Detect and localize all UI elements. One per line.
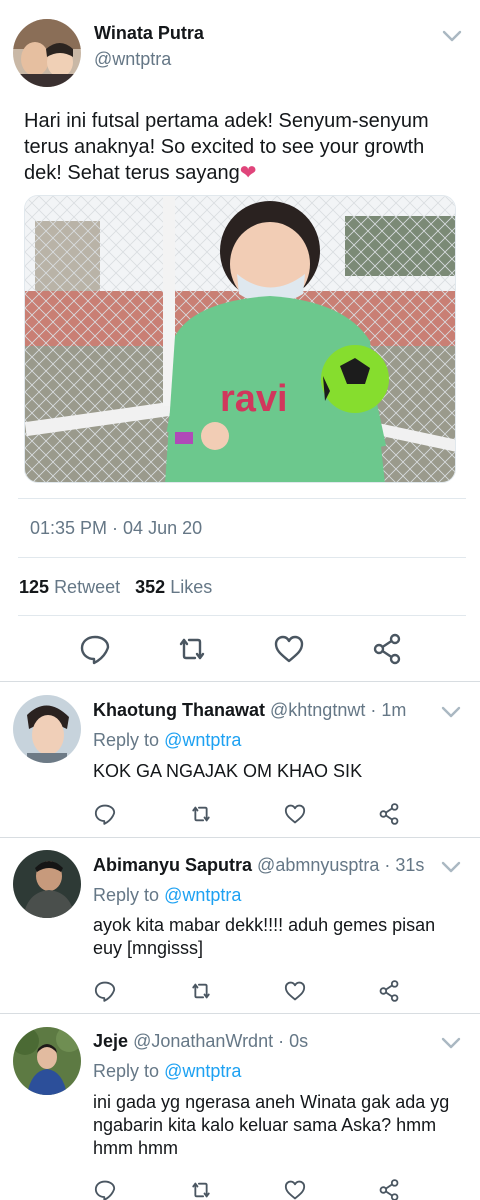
divider <box>0 837 480 838</box>
reply-author-name[interactable]: Khaotung Thanawat <box>93 700 265 720</box>
reply-author-handle[interactable]: @JonathanWrdnt <box>133 1031 273 1051</box>
reply-to-label: Reply to <box>93 885 160 905</box>
like-icon[interactable] <box>283 979 307 1003</box>
reply-icon[interactable] <box>93 802 117 826</box>
reply-to-label: Reply to <box>93 1061 160 1081</box>
chevron-down-icon[interactable] <box>440 1036 462 1050</box>
divider <box>18 615 466 616</box>
reply-to-line: Reply to @wntptra <box>93 885 241 906</box>
reply-time[interactable]: · 1m <box>370 700 406 720</box>
reply-author-name[interactable]: Abimanyu Saputra <box>93 855 252 875</box>
share-icon[interactable] <box>377 979 401 1003</box>
like-label[interactable]: Likes <box>170 577 212 597</box>
divider <box>18 498 466 499</box>
reply-author-handle[interactable]: @abmnyusptra <box>257 855 379 875</box>
like-icon[interactable] <box>283 1178 307 1200</box>
divider <box>0 1013 480 1014</box>
reply-icon[interactable] <box>93 1178 117 1200</box>
reply-text: KOK GA NGAJAK OM KHAO SIK <box>93 761 363 781</box>
reply-author-name[interactable]: Jeje <box>93 1031 128 1051</box>
divider <box>18 557 466 558</box>
reply-to-handle[interactable]: @wntptra <box>164 1061 241 1081</box>
chevron-down-icon[interactable] <box>440 860 462 874</box>
reply-icon[interactable] <box>93 979 117 1003</box>
tweet-timestamp[interactable]: 01:35 PM · 04 Jun 20 <box>30 518 202 539</box>
tweet-stats: 125 Retweet 352 Likes <box>19 577 212 598</box>
reply-time[interactable]: · 0s <box>278 1031 308 1051</box>
shirt-print: ravi <box>220 378 288 420</box>
like-icon[interactable] <box>283 802 307 826</box>
reply-to-line: Reply to @wntptra <box>93 730 241 751</box>
retweet-label[interactable]: Retweet <box>54 577 120 597</box>
reply-avatar[interactable] <box>13 1027 81 1095</box>
reply-avatar[interactable] <box>13 850 81 918</box>
share-icon[interactable] <box>377 1178 401 1200</box>
like-icon[interactable] <box>272 632 306 666</box>
retweet-icon[interactable] <box>175 632 209 666</box>
reply-header: Khaotung Thanawat @khtngtnwt · 1m <box>93 700 406 721</box>
reply-header: Abimanyu Saputra @abmnyusptra · 31s <box>93 855 424 876</box>
reply-to-handle[interactable]: @wntptra <box>164 885 241 905</box>
author-avatar[interactable] <box>13 19 81 87</box>
share-icon[interactable] <box>377 802 401 826</box>
chevron-down-icon[interactable] <box>440 705 462 719</box>
retweet-icon[interactable] <box>189 802 213 826</box>
share-icon[interactable] <box>370 632 404 666</box>
reply-icon[interactable] <box>78 632 112 666</box>
reply-to-handle[interactable]: @wntptra <box>164 730 241 750</box>
tweet-text: Hari ini futsal pertama adek! Senyum-sen… <box>24 108 464 186</box>
reply-author-handle[interactable]: @khtngtnwt <box>270 700 365 720</box>
reply-to-line: Reply to @wntptra <box>93 1061 241 1082</box>
divider <box>0 681 480 682</box>
reply-time[interactable]: · 31s <box>384 855 424 875</box>
retweet-icon[interactable] <box>189 1178 213 1200</box>
chevron-down-icon[interactable] <box>441 29 463 43</box>
author-handle[interactable]: @wntptra <box>94 49 171 70</box>
retweet-icon[interactable] <box>189 979 213 1003</box>
reply-to-label: Reply to <box>93 730 160 750</box>
reply-header: Jeje @JonathanWrdnt · 0s <box>93 1031 308 1052</box>
author-name[interactable]: Winata Putra <box>94 23 204 44</box>
tweet-body: Hari ini futsal pertama adek! Senyum-sen… <box>24 110 429 184</box>
retweet-count[interactable]: 125 <box>19 577 49 597</box>
reply-text: ayok kita mabar dekk!!!! aduh gemes pisa… <box>93 915 436 958</box>
like-count[interactable]: 352 <box>135 577 165 597</box>
reply-text: ini gada yg ngerasa aneh Winata gak ada … <box>93 1092 450 1158</box>
heart-emoji: ❤ <box>239 162 257 184</box>
tweet-photo[interactable]: ravi <box>24 195 456 483</box>
reply-avatar[interactable] <box>13 695 81 763</box>
